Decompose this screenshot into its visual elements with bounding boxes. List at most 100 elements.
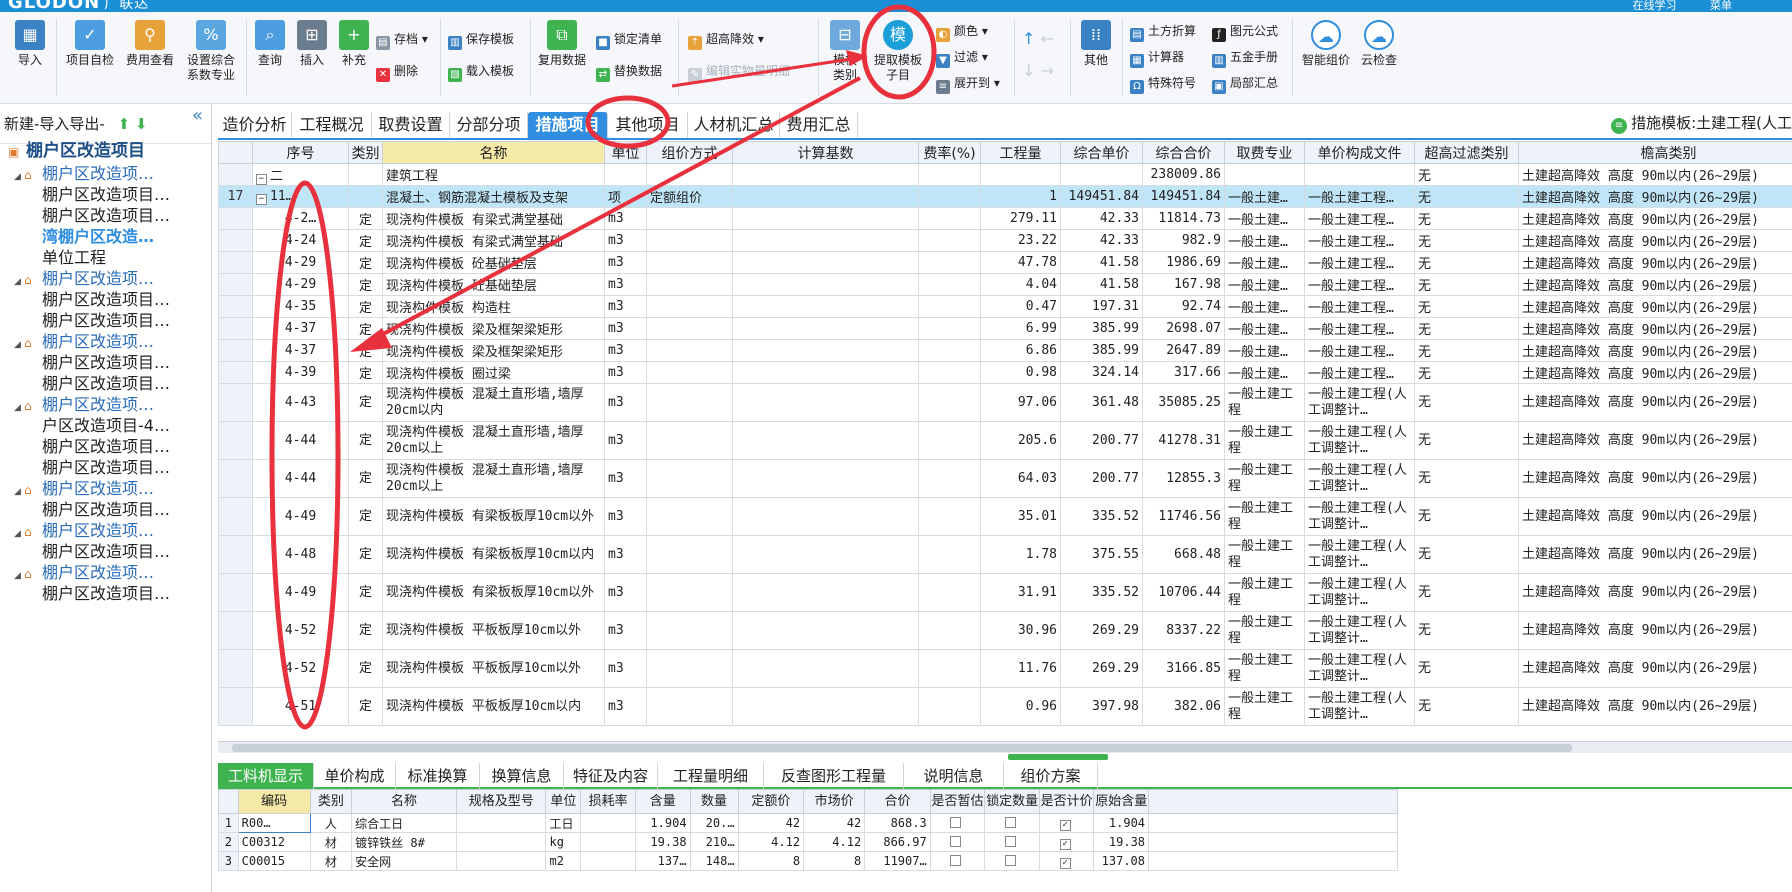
cell-unit[interactable]: m3 [604, 339, 647, 362]
cell-rate[interactable] [918, 459, 981, 498]
resource-row[interactable]: 1 R00… 人综合工日 工日 1.904 20.… 42 42 868.3 ✓ 1.904 [218, 813, 1398, 833]
detail-cell-unit[interactable]: m2 [545, 851, 582, 871]
cell-price[interactable]: 41.58 [1060, 251, 1143, 274]
cell-rate[interactable] [918, 611, 981, 650]
cell-file[interactable]: 一般土建工程… [1304, 229, 1415, 252]
cell-price[interactable]: 361.48 [1060, 383, 1143, 422]
cell-total[interactable]: 317.66 [1142, 361, 1225, 384]
collapse-toggle-icon[interactable]: − [256, 193, 267, 205]
tree-item[interactable]: 棚户区改造项目… [42, 373, 170, 395]
cell-code[interactable]: 4-29 [252, 273, 349, 296]
detail-cell-quota[interactable]: 8 [737, 851, 805, 871]
cell-filter[interactable]: 无 [1414, 497, 1519, 536]
detail-cell-market[interactable]: 8 [803, 851, 866, 871]
detail-cell-unit[interactable]: 工日 [545, 813, 582, 833]
cell-qty[interactable]: 6.86 [980, 339, 1061, 362]
cell-fee[interactable]: 一般土建工程 [1224, 421, 1305, 460]
cell-name[interactable]: 现浇构件模板 平板板厚10cm以外 [382, 649, 605, 688]
tree-item[interactable]: 棚户区改造项目… [42, 583, 170, 605]
cell-unit[interactable]: m3 [604, 573, 647, 612]
cell-unit[interactable] [604, 163, 647, 186]
cell-file[interactable]: 一般土建工程… [1304, 251, 1415, 274]
cell-fee[interactable]: 一般土建工程 [1224, 611, 1305, 650]
detail-cell-name[interactable]: 镀锌铁丝 8# [351, 832, 457, 852]
detail-cell-name[interactable]: 安全网 [351, 851, 457, 871]
detail-column-header[interactable]: 锁定数量 [984, 789, 1040, 814]
cell-filter[interactable]: 无 [1414, 273, 1519, 296]
cell-base[interactable] [732, 687, 919, 726]
scrollbar-thumb[interactable] [232, 744, 1572, 752]
cell-filter[interactable]: 无 [1414, 339, 1519, 362]
cell-code[interactable]: 4-29 [252, 251, 349, 274]
detail-cell-spec[interactable] [455, 813, 547, 833]
cell-file[interactable]: 一般土建工程(人工调整计… [1304, 497, 1415, 536]
cell-unit[interactable]: m3 [604, 459, 647, 498]
cell-code[interactable]: 4-37 [252, 317, 349, 340]
table-row[interactable]: 4-52 定现浇构件模板 平板板厚10cm以外 m3 30.96 269.29 8337.… [218, 611, 1792, 650]
cell-name[interactable]: 现浇构件模板 圈过梁 [382, 361, 605, 384]
cloud-check-button[interactable]: ☁ 云检查 [1356, 20, 1402, 68]
cell-rate[interactable] [918, 687, 981, 726]
expand-to-button[interactable]: ≡ 展开到 ▾ [936, 74, 1000, 94]
cell-qty[interactable]: 6.99 [980, 317, 1061, 340]
overheight-reduction-button[interactable]: ⇡ 超高降效 ▾ [688, 30, 764, 50]
cell-qty[interactable]: 279.11 [980, 207, 1061, 230]
tab-1[interactable]: 造价分析 [218, 112, 292, 138]
detail-tab-1[interactable]: 工料机显示 [218, 763, 314, 789]
cell-total[interactable]: 238009.86 [1142, 163, 1225, 186]
cell-cat[interactable]: 定 [348, 383, 383, 422]
cell-code[interactable]: 4-39 [252, 361, 349, 384]
cell-name[interactable]: 现浇构件模板 砼基础垫层 [382, 273, 605, 296]
query-button[interactable]: ⌕ 查询 [250, 20, 290, 68]
cell-fee[interactable]: 一般土建… [1224, 295, 1305, 318]
cell-method[interactable] [646, 611, 733, 650]
table-row[interactable]: 4-2… 定现浇构件模板 有梁式满堂基础 m3 279.11 42.33 11814.73… [218, 207, 1792, 230]
cell-fee[interactable]: 一般土建工程 [1224, 649, 1305, 688]
table-row[interactable]: 4-49 定现浇构件模板 有梁板板厚10cm以外 m3 31.91 335.52 1070… [218, 573, 1792, 612]
tree-item[interactable]: 棚户区改造项目… [42, 289, 170, 311]
smart-pricing-button[interactable]: ☁ 智能组价 [1298, 20, 1354, 68]
tab-3[interactable]: 取费设置 [372, 112, 450, 138]
cell-filter[interactable]: 无 [1414, 421, 1519, 460]
cell-base[interactable] [732, 339, 919, 362]
cell-base[interactable] [732, 421, 919, 460]
tree-item[interactable]: 棚户区改造项目… [42, 541, 170, 563]
cell-cat[interactable]: 定 [348, 497, 383, 536]
cell-code[interactable]: 4-52 [252, 611, 349, 650]
resource-row[interactable]: 3 C00015 材安全网 m2 137… 148… 8 8 11907… ✓ 137.08 [218, 851, 1398, 871]
cell-filter[interactable]: 无 [1414, 251, 1519, 274]
cell-base[interactable] [732, 163, 919, 186]
cell-eave[interactable]: 土建超高降效 高度 90m以内(26~29层) [1518, 421, 1792, 460]
cell-total[interactable]: 2647.89 [1142, 339, 1225, 362]
cell-price[interactable]: 41.58 [1060, 273, 1143, 296]
detail-cell-code[interactable]: C00312 [237, 832, 311, 852]
table-row[interactable]: 4-49 定现浇构件模板 有梁板板厚10cm以外 m3 35.01 335.52 1174… [218, 497, 1792, 536]
tab-2[interactable]: 工程概况 [292, 112, 372, 138]
detail-cell-loss[interactable] [580, 813, 636, 833]
detail-cell-priced[interactable]: ✓ [1038, 851, 1095, 871]
table-row[interactable]: 4-39 定现浇构件模板 圈过梁 m3 0.98 324.14 317.66 一般土建… 一般… [218, 361, 1792, 384]
cell-eave[interactable]: 土建超高降效 高度 90m以内(26~29层) [1518, 163, 1792, 186]
cell-code[interactable]: −11… [252, 185, 349, 208]
cell-method[interactable] [646, 273, 733, 296]
cell-base[interactable] [732, 273, 919, 296]
cell-file[interactable]: 一般土建工程… [1304, 185, 1415, 208]
column-header[interactable]: 组价方式 [646, 141, 733, 164]
checkbox-icon[interactable] [950, 836, 962, 847]
cell-name[interactable]: 现浇构件模板 混凝土直形墙,墙厚20cm以上 [382, 459, 605, 498]
cell-name[interactable]: 现浇构件模板 构造柱 [382, 295, 605, 318]
detail-cell-qty[interactable]: 148… [689, 851, 739, 871]
detail-column-header[interactable]: 定额价 [737, 789, 805, 814]
cell-price[interactable]: 42.33 [1060, 229, 1143, 252]
checkbox-icon[interactable] [1005, 817, 1017, 828]
cell-file[interactable]: 一般土建工程… [1304, 339, 1415, 362]
detail-tab-5[interactable]: 特征及内容 [564, 763, 658, 789]
cell-rate[interactable] [918, 229, 981, 252]
cell-eave[interactable]: 土建超高降效 高度 90m以内(26~29层) [1518, 573, 1792, 612]
cell-filter[interactable]: 无 [1414, 163, 1519, 186]
cell-eave[interactable]: 土建超高降效 高度 90m以内(26~29层) [1518, 687, 1792, 726]
detail-cell-code[interactable]: R00… [237, 813, 311, 833]
cell-method[interactable] [646, 535, 733, 574]
cell-eave[interactable]: 土建超高降效 高度 90m以内(26~29层) [1518, 317, 1792, 340]
checked-checkbox-icon[interactable]: ✓ [1059, 820, 1071, 831]
